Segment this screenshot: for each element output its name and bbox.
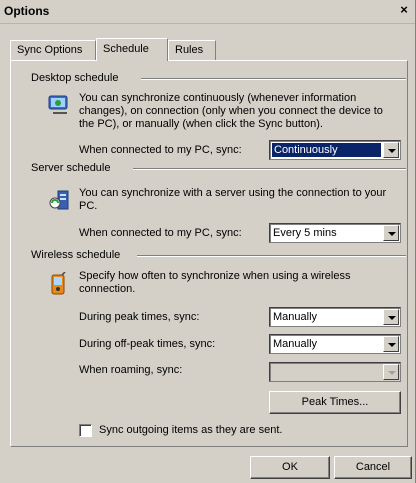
desktop-sync-label: When connected to my PC, sync:: [79, 144, 242, 156]
server-divider: [133, 168, 406, 170]
chevron-down-icon[interactable]: [383, 364, 399, 380]
sync-outgoing-checkbox[interactable]: [79, 424, 92, 437]
wireless-device-icon: [47, 271, 71, 296]
options-dialog: Options × Sync Options Schedule Rules De…: [0, 0, 416, 483]
ok-button[interactable]: OK: [250, 456, 330, 479]
cancel-button[interactable]: Cancel: [334, 456, 412, 479]
desktop-description: You can synchronize continuously (whenev…: [79, 92, 383, 130]
tab-strip: Sync Options Schedule Rules: [10, 38, 410, 61]
tab-schedule[interactable]: Schedule: [96, 38, 168, 61]
server-sync-value: Every 5 mins: [273, 227, 337, 239]
peak-sync-label: During peak times, sync:: [79, 311, 200, 323]
wireless-divider: [137, 255, 406, 257]
server-sync-select[interactable]: Every 5 mins: [269, 223, 401, 243]
window-title: Options: [4, 4, 50, 18]
tab-rules[interactable]: Rules: [168, 40, 216, 60]
wireless-description: Specify how often to synchronize when us…: [79, 270, 351, 295]
schedule-panel: Desktop schedule You can synchronize con…: [10, 60, 408, 447]
close-icon[interactable]: ×: [396, 3, 412, 19]
offpeak-sync-select[interactable]: Manually: [269, 334, 401, 354]
server-schedule-heading: Server schedule: [31, 162, 117, 174]
tab-sync-options[interactable]: Sync Options: [10, 40, 96, 60]
roaming-sync-select[interactable]: [269, 362, 401, 382]
desktop-sync-value: Continuously: [272, 143, 381, 157]
server-sync-icon: [47, 189, 71, 213]
server-sync-label: When connected to my PC, sync:: [79, 227, 242, 239]
desktop-divider: [141, 78, 406, 80]
chevron-down-icon[interactable]: [383, 142, 399, 158]
wireless-schedule-heading: Wireless schedule: [31, 249, 127, 261]
offpeak-sync-label: During off-peak times, sync:: [79, 338, 216, 350]
chevron-down-icon[interactable]: [383, 309, 399, 325]
peak-times-button[interactable]: Peak Times...: [269, 391, 401, 414]
peak-sync-value: Manually: [273, 311, 318, 323]
chevron-down-icon[interactable]: [383, 225, 399, 241]
server-description: You can synchronize with a server using …: [79, 187, 387, 212]
title-bar: Options ×: [0, 0, 415, 24]
roaming-sync-label: When roaming, sync:: [79, 364, 183, 376]
peak-sync-select[interactable]: Manually: [269, 307, 401, 327]
offpeak-sync-value: Manually: [273, 338, 318, 350]
desktop-sync-icon: [47, 93, 71, 117]
chevron-down-icon[interactable]: [383, 336, 399, 352]
desktop-schedule-heading: Desktop schedule: [31, 72, 125, 84]
desktop-sync-select[interactable]: Continuously: [269, 140, 401, 160]
sync-outgoing-label: Sync outgoing items as they are sent.: [99, 424, 283, 436]
